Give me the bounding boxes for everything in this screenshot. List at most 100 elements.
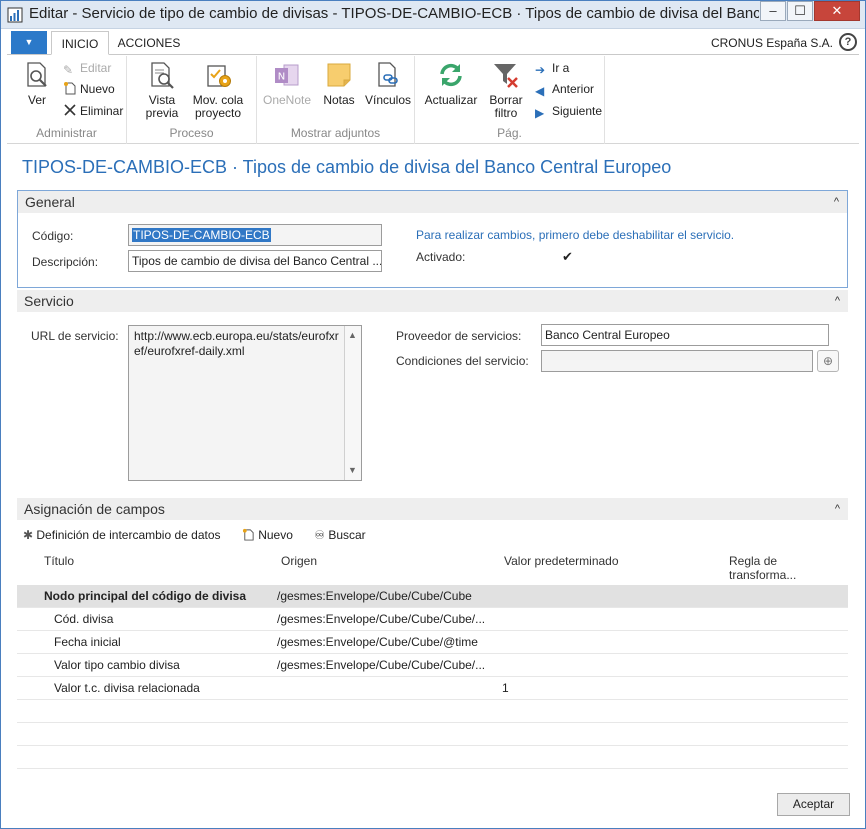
mov-cola-proyecto-button[interactable]: Mov. cola proyecto: [187, 60, 249, 120]
row-titulo: Fecha inicial: [54, 635, 121, 649]
company-name[interactable]: CRONUS España S.A.: [711, 36, 833, 50]
column-regla[interactable]: Regla de transforma...: [729, 554, 796, 582]
help-icon[interactable]: ?: [839, 33, 857, 51]
section-servicio: Servicio ^ URL de servicio: http://www.e…: [17, 290, 848, 490]
ribbon: Ver ✎ Editar Nuevo Eliminar Administrar: [7, 56, 859, 144]
row-origen: /gesmes:Envelope/Cube/Cube/Cube/...: [277, 612, 486, 626]
editar-button[interactable]: ✎ Editar: [63, 59, 111, 77]
codigo-field[interactable]: TIPOS-DE-CAMBIO-ECB: [128, 224, 382, 246]
section-header-general[interactable]: General ^: [18, 191, 847, 213]
scroll-down-icon[interactable]: ▼: [348, 463, 357, 478]
ribbon-group-pag: Actualizar Borrar filtro ➔ Ir a ◀ Anterior…: [415, 56, 605, 144]
collapse-icon[interactable]: ^: [834, 191, 839, 213]
new-document-icon: [242, 528, 254, 541]
url-textarea[interactable]: http://www.ecb.europa.eu/stats/eurofxref…: [128, 325, 362, 481]
group-label-administrar: Administrar: [36, 126, 97, 140]
borrar-filtro-label-2: filtro: [494, 106, 518, 120]
onenote-icon: N: [275, 64, 299, 86]
table-row-empty: [17, 723, 848, 746]
scroll-up-icon[interactable]: ▲: [348, 328, 357, 343]
link-icon: [378, 62, 398, 87]
eliminar-button[interactable]: Eliminar: [63, 102, 123, 120]
tab-acciones[interactable]: ACCIONES: [111, 31, 187, 55]
section-general: General ^ Código: TIPOS-DE-CAMBIO-ECB De…: [17, 190, 848, 288]
job-queue-icon: [207, 65, 231, 87]
group-label-adjuntos: Mostrar adjuntos: [290, 126, 381, 140]
siguiente-button[interactable]: ▶ Siguiente: [535, 102, 602, 120]
condiciones-label: Condiciones del servicio:: [396, 354, 529, 368]
table-row[interactable]: Nodo principal del código de divisa /ges…: [17, 585, 848, 608]
ver-label: Ver: [27, 93, 46, 107]
note-icon: [327, 63, 351, 87]
nuevo-label: Nuevo: [80, 82, 115, 96]
column-titulo[interactable]: Título: [44, 554, 74, 568]
section-header-servicio[interactable]: Servicio ^: [17, 290, 848, 312]
column-origen[interactable]: Origen: [281, 554, 317, 568]
anterior-label: Anterior: [552, 82, 595, 96]
proveedor-field[interactable]: Banco Central Europeo: [541, 324, 829, 346]
close-button[interactable]: ✕: [814, 1, 860, 21]
column-regla-line-2: transforma...: [729, 568, 797, 582]
ribbon-group-administrar: Ver ✎ Editar Nuevo Eliminar Administrar: [7, 56, 127, 144]
buscar-label: Buscar: [328, 528, 366, 542]
nuevo-line-label: Nuevo: [258, 528, 293, 542]
column-valor-predeterminado[interactable]: Valor predeterminado: [504, 554, 619, 568]
column-regla-line-1: Regla de: [729, 554, 778, 568]
tab-inicio[interactable]: INICIO: [51, 31, 109, 55]
proveedor-label: Proveedor de servicios:: [396, 329, 522, 343]
group-label-proceso: Proceso: [169, 126, 214, 140]
collapse-icon[interactable]: ^: [835, 498, 840, 520]
row-titulo: Nodo principal del código de divisa: [44, 589, 247, 603]
aceptar-button[interactable]: Aceptar: [777, 793, 850, 816]
section-asignacion: Asignación de campos ^ ✱ Definición de i…: [17, 498, 848, 788]
ir-a-button[interactable]: ➔ Ir a: [535, 59, 569, 77]
maximize-button[interactable]: ☐: [787, 1, 813, 21]
onenote-label: OneNote: [262, 93, 312, 107]
mov-cola-label-2: proyecto: [194, 106, 242, 120]
table-row[interactable]: Valor tipo cambio divisa /gesmes:Envelop…: [17, 654, 848, 677]
actualizar-button[interactable]: Actualizar: [423, 60, 479, 107]
condiciones-field[interactable]: [541, 350, 813, 372]
onenote-button[interactable]: N OneNote: [261, 60, 313, 107]
definicion-intercambio-button[interactable]: ✱ Definición de intercambio de datos: [23, 528, 221, 542]
table-row[interactable]: Fecha inicial /gesmes:Envelope/Cube/Cube…: [17, 631, 848, 654]
app-menu-button[interactable]: ▼: [11, 31, 47, 54]
row-valor: 1: [502, 681, 509, 695]
vinculos-label: Vínculos: [364, 93, 412, 107]
mov-cola-label-1: Mov. cola: [192, 93, 244, 107]
url-value: http://www.ecb.europa.eu/stats/eurofxref…: [134, 329, 339, 358]
globe-icon[interactable]: ⊕: [817, 350, 839, 372]
collapse-icon[interactable]: ^: [835, 290, 840, 312]
vista-previa-button[interactable]: Vista previa: [141, 60, 183, 120]
buscar-button[interactable]: ♾ Buscar: [314, 528, 365, 542]
ver-button[interactable]: Ver: [17, 60, 57, 107]
delete-icon: [64, 104, 76, 116]
anterior-button[interactable]: ◀ Anterior: [535, 80, 594, 98]
row-titulo: Cód. divisa: [54, 612, 114, 626]
clear-filter-icon: [494, 64, 518, 88]
table-row-empty: [17, 746, 848, 769]
activado-checkbox[interactable]: ✔: [562, 250, 575, 264]
proveedor-value: Banco Central Europeo: [545, 328, 670, 342]
table-row[interactable]: Cód. divisa /gesmes:Envelope/Cube/Cube/C…: [17, 608, 848, 631]
nuevo-line-button[interactable]: Nuevo: [242, 528, 293, 542]
url-scrollbar[interactable]: ▲ ▼: [344, 326, 361, 480]
vista-previa-label-1: Vista: [148, 93, 176, 107]
section-title-general: General: [25, 194, 75, 210]
borrar-filtro-button[interactable]: Borrar filtro: [485, 60, 527, 120]
codigo-value: TIPOS-DE-CAMBIO-ECB: [132, 228, 271, 242]
descripcion-value: Tipos de cambio de divisa del Banco Cent…: [132, 254, 382, 268]
descripcion-field[interactable]: Tipos de cambio de divisa del Banco Cent…: [128, 250, 382, 272]
section-header-asignacion[interactable]: Asignación de campos ^: [17, 498, 848, 520]
nuevo-button[interactable]: Nuevo: [63, 80, 115, 98]
data-exchange-icon: ✱: [23, 528, 37, 542]
table-row[interactable]: Valor t.c. divisa relacionada 1: [17, 677, 848, 700]
minimize-button[interactable]: –: [760, 1, 786, 21]
ribbon-tabs: ▼ INICIO ACCIONES CRONUS España S.A. ?: [7, 31, 859, 55]
vinculos-button[interactable]: Vínculos: [363, 60, 413, 107]
notas-button[interactable]: Notas: [319, 60, 359, 107]
ribbon-group-adjuntos: N OneNote Notas Vínculos Mostrar adjunto…: [257, 56, 415, 144]
siguiente-label: Siguiente: [552, 104, 603, 118]
triangle-right-icon: ▶: [535, 106, 545, 120]
vista-previa-label-2: previa: [145, 106, 179, 120]
